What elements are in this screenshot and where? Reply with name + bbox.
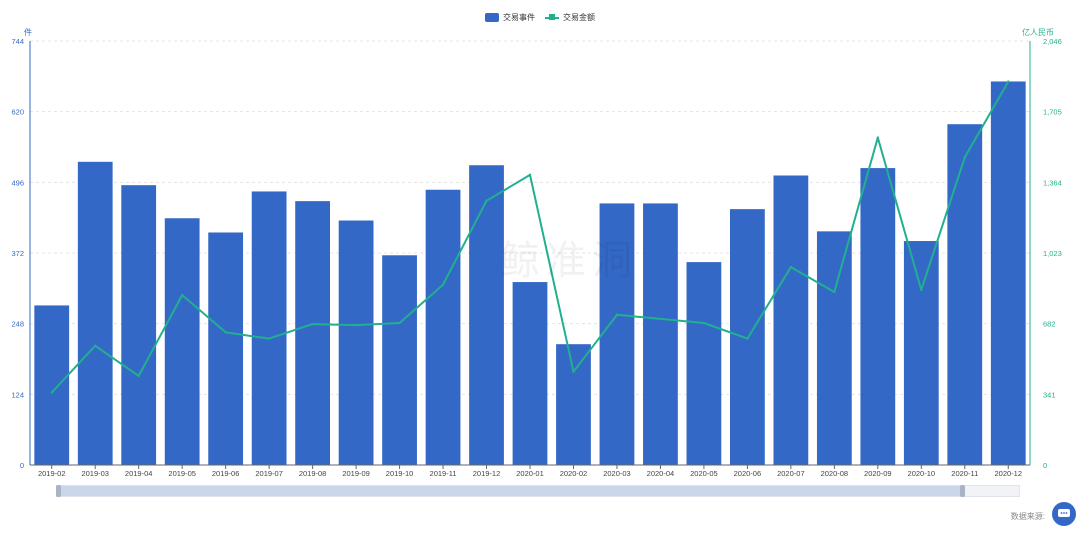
line-point bbox=[572, 370, 575, 373]
right-tick-label: 1,705 bbox=[1043, 108, 1062, 117]
bar bbox=[382, 255, 417, 465]
line-point bbox=[485, 199, 488, 202]
right-tick-label: 1,023 bbox=[1043, 249, 1062, 258]
bar bbox=[469, 165, 504, 465]
x-tick-label: 2019-02 bbox=[38, 469, 66, 478]
line-point bbox=[94, 344, 97, 348]
legend: 交易事件 交易金额 bbox=[0, 12, 1080, 23]
bar bbox=[34, 305, 70, 465]
line-point bbox=[876, 136, 880, 139]
bar bbox=[816, 231, 852, 465]
legend-item-bar[interactable]: 交易事件 bbox=[485, 12, 535, 23]
data-zoom-slider[interactable] bbox=[56, 485, 1020, 497]
legend-item-line[interactable]: 交易金额 bbox=[545, 12, 595, 23]
legend-line-label: 交易金额 bbox=[563, 13, 595, 22]
line-point bbox=[180, 293, 184, 297]
line-point bbox=[963, 156, 966, 159]
bar bbox=[295, 201, 330, 466]
bar bbox=[990, 81, 1026, 465]
bar bbox=[338, 220, 374, 465]
left-tick-label: 124 bbox=[11, 390, 24, 399]
x-tick-label: 2019-05 bbox=[168, 469, 196, 478]
x-tick-label: 2020-11 bbox=[951, 469, 978, 478]
bar bbox=[643, 203, 678, 465]
x-tick-label: 2019-06 bbox=[212, 469, 240, 478]
line-point bbox=[789, 265, 793, 269]
line-point bbox=[137, 374, 140, 378]
right-tick-label: 1,364 bbox=[1043, 178, 1062, 187]
line-point bbox=[615, 313, 619, 316]
right-tick-label: 0 bbox=[1043, 461, 1047, 470]
legend-bar-label: 交易事件 bbox=[503, 13, 535, 22]
x-tick-label: 2020-12 bbox=[994, 469, 1022, 478]
watermark: 鲸准洞 bbox=[500, 239, 638, 283]
line-swatch-icon bbox=[545, 13, 559, 22]
x-tick-label: 2020-02 bbox=[560, 469, 588, 478]
line-point bbox=[441, 283, 445, 286]
bar bbox=[208, 232, 244, 465]
x-tick-label: 2019-08 bbox=[299, 469, 327, 478]
data-zoom-left-handle[interactable] bbox=[56, 485, 61, 497]
line-point bbox=[920, 288, 923, 292]
x-tick-label: 2019-04 bbox=[125, 469, 153, 478]
left-tick-label: 620 bbox=[11, 108, 24, 117]
bar bbox=[425, 189, 461, 465]
bar bbox=[77, 161, 113, 465]
x-tick-label: 2020-06 bbox=[734, 469, 762, 478]
line-point bbox=[528, 173, 532, 177]
x-tick-label: 2020-03 bbox=[603, 469, 631, 478]
line-point bbox=[50, 391, 53, 394]
line-point bbox=[354, 323, 358, 327]
x-tick-label: 2020-09 bbox=[864, 469, 892, 478]
chat-button[interactable] bbox=[1052, 502, 1076, 526]
data-zoom-right-handle[interactable] bbox=[960, 485, 965, 497]
right-tick-label: 2,046 bbox=[1043, 37, 1062, 46]
x-tick-label: 2020-10 bbox=[908, 469, 936, 478]
line-point bbox=[267, 337, 271, 340]
x-tick-label: 2019-10 bbox=[386, 469, 414, 478]
right-tick-label: 341 bbox=[1043, 390, 1056, 399]
left-tick-label: 372 bbox=[11, 249, 24, 258]
chat-icon bbox=[1058, 509, 1070, 517]
left-tick-label: 496 bbox=[11, 178, 24, 187]
bar bbox=[947, 124, 983, 466]
x-tick-label: 2019-03 bbox=[81, 469, 109, 478]
left-tick-label: 248 bbox=[11, 320, 24, 329]
bar bbox=[556, 344, 591, 465]
x-tick-label: 2019-12 bbox=[473, 469, 501, 478]
right-axis-unit: 亿人民币 bbox=[1022, 27, 1054, 37]
bar bbox=[903, 241, 939, 465]
x-tick-label: 2020-08 bbox=[821, 469, 849, 478]
bar bbox=[121, 185, 157, 465]
x-tick-label: 2019-07 bbox=[255, 469, 283, 478]
bar bbox=[251, 191, 287, 466]
bar-swatch-icon bbox=[485, 13, 499, 22]
x-tick-label: 2019-11 bbox=[430, 469, 457, 478]
line-point bbox=[311, 322, 314, 326]
data-zoom-selection[interactable] bbox=[57, 486, 963, 496]
line-point bbox=[1007, 80, 1010, 83]
right-tick-label: 682 bbox=[1043, 320, 1056, 329]
x-tick-label: 2020-01 bbox=[516, 469, 544, 478]
x-tick-label: 2020-04 bbox=[647, 469, 675, 478]
line-point bbox=[659, 317, 662, 321]
bar bbox=[860, 168, 896, 465]
left-tick-label: 744 bbox=[11, 37, 24, 46]
line-point bbox=[833, 290, 836, 294]
left-tick-label: 0 bbox=[20, 461, 24, 470]
x-tick-label: 2020-05 bbox=[690, 469, 718, 478]
line-point bbox=[224, 331, 227, 334]
x-tick-label: 2019-09 bbox=[342, 469, 370, 478]
bar bbox=[686, 262, 722, 465]
bar bbox=[164, 218, 200, 465]
line-point bbox=[746, 337, 749, 340]
x-tick-label: 2020-07 bbox=[777, 469, 805, 478]
line-point bbox=[398, 321, 401, 325]
bar bbox=[773, 175, 809, 465]
data-source-label: 数据来源: bbox=[1010, 512, 1045, 521]
bar bbox=[512, 282, 548, 465]
line-point bbox=[702, 321, 706, 325]
left-axis-unit: 件 bbox=[24, 27, 32, 37]
